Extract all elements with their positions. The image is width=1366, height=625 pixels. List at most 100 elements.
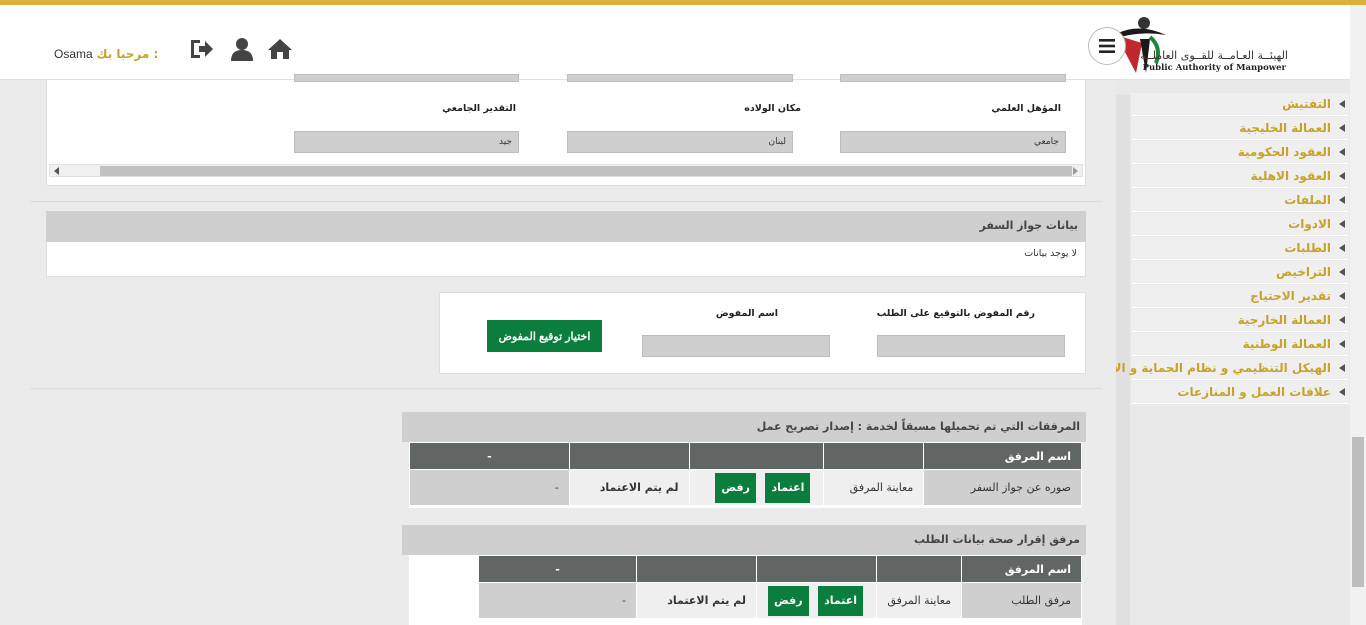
logo[interactable]: الهيئــة العـامــة للقــوى العاملــة Pub… — [1110, 11, 1310, 73]
signatory-name-field[interactable] — [642, 335, 830, 357]
field-label-qualification: المؤهل العلمي — [991, 103, 1061, 114]
caret-left-icon — [1339, 268, 1345, 276]
main-content: المؤهل العلمي مكان الولاده التقدير الجام… — [0, 74, 1116, 625]
column-view — [823, 442, 925, 470]
sidebar-item-tools[interactable]: الادوات — [1131, 213, 1349, 236]
logo-text-en: Public Authority of Manpower — [1142, 63, 1286, 73]
passport-empty-text: لا يوجد بيانات — [46, 242, 1086, 277]
logo-text-ar: الهيئــة العـامــة للقــوى العاملــة — [1140, 49, 1288, 62]
reject-button[interactable]: رفض — [715, 472, 756, 503]
column-attachment-name: اسم المرفق — [923, 442, 1082, 470]
sidebar-item-label: تقدير الاحتياج — [1250, 289, 1331, 303]
column-attachment-name: اسم المرفق — [961, 555, 1082, 583]
sidebar-item-requests[interactable]: الطلبات — [1131, 237, 1349, 260]
sidebar-item-labor-relations[interactable]: علاقات العمل و المنازعات — [1131, 381, 1349, 404]
signatory-panel: رقم المفوض بالتوقيع على الطلب اسم المفوض… — [439, 292, 1086, 374]
view-attachment-link[interactable]: معاينة المرفق — [876, 582, 962, 619]
menu-button[interactable] — [1088, 27, 1126, 65]
view-attachment-link[interactable]: معاينة المرفق — [823, 469, 925, 506]
approval-status: لم يتم الاعتماد — [636, 582, 757, 619]
approval-status: لم يتم الاعتماد — [568, 469, 690, 506]
header: الهيئــة العـامــة للقــوى العاملــة Pub… — [0, 5, 1350, 80]
sidebar-item-label: العقود الاهلية — [1250, 169, 1331, 183]
column-status — [636, 555, 757, 583]
column-extra: - — [478, 555, 637, 583]
home-icon[interactable] — [267, 37, 293, 61]
sidebar-item-inspection[interactable]: التفتيش — [1131, 93, 1349, 116]
sidebar-item-label: التراخيص — [1275, 265, 1331, 279]
action-buttons: اعتماد رفض — [756, 582, 877, 619]
sidebar-item-label: الملفات — [1284, 193, 1331, 207]
attachments-section-title: المرفقات التي تم تحميلها مسبقاً لخدمة : … — [402, 412, 1086, 442]
signatory-number-field[interactable] — [877, 335, 1065, 357]
sidebar-item-gulf-labor[interactable]: العمالة الخليجية — [1131, 117, 1349, 140]
caret-left-icon — [1339, 292, 1345, 300]
signatory-name-label: اسم المفوض — [715, 308, 778, 319]
approve-button[interactable]: اعتماد — [818, 585, 863, 616]
passport-section-title: بيانات جواز السفر — [46, 211, 1086, 242]
column-actions — [688, 442, 825, 470]
menu-icon — [1099, 39, 1115, 53]
column-status — [568, 442, 690, 470]
scroll-right-icon[interactable] — [1073, 167, 1078, 175]
declaration-table: اسم المرفق - مرفق الطلب معاينة المرفق اع… — [478, 555, 1082, 619]
username: Osama — [54, 47, 93, 61]
reject-button[interactable]: رفض — [768, 585, 809, 616]
attachments-table-wrap: اسم المرفق - صوره عن جواز السفر معاينة ا… — [409, 442, 1082, 508]
divider — [30, 388, 1102, 389]
sidebar-item-label: العمالة الوطنية — [1242, 337, 1331, 351]
declaration-section-title: مرفق إقرار صحة بيانات الطلب — [402, 525, 1086, 555]
sidebar: التفتيش العمالة الخليجية العقود الحكومية… — [1094, 80, 1350, 625]
caret-left-icon — [1339, 100, 1345, 108]
caret-left-icon — [1339, 220, 1345, 228]
sidebar-item-private-contracts[interactable]: العقود الاهلية — [1131, 165, 1349, 188]
horizontal-scrollbar[interactable] — [49, 164, 1083, 177]
caret-left-icon — [1339, 196, 1345, 204]
welcome-text: Osama مرحبا بك : — [54, 47, 158, 61]
table-header-row: اسم المرفق - — [409, 442, 1082, 470]
sidebar-item-label: الادوات — [1288, 217, 1331, 231]
field-qualification[interactable]: جامعي — [840, 131, 1066, 153]
sidebar-item-label: العقود الحكومية — [1237, 145, 1331, 159]
caret-left-icon — [1339, 364, 1345, 372]
page-scrollbar[interactable] — [1350, 5, 1366, 625]
personal-info-panel: المؤهل العلمي مكان الولاده التقدير الجام… — [46, 74, 1086, 186]
field-top-3 — [840, 74, 1066, 82]
sidebar-item-need-estimation[interactable]: تقدير الاحتياج — [1131, 285, 1349, 308]
table-header-row: اسم المرفق - — [478, 555, 1082, 583]
sidebar-item-label: الهيكل التنظيمي و نظام الحماية و الامن — [1094, 361, 1331, 375]
sidebar-item-national-labor[interactable]: العمالة الوطنية — [1131, 333, 1349, 356]
attachment-name: صوره عن جواز السفر — [923, 469, 1082, 506]
field-label-birthplace: مكان الولاده — [744, 103, 801, 114]
horizontal-scrollbar-thumb[interactable] — [100, 166, 1072, 176]
caret-left-icon — [1339, 388, 1345, 396]
caret-left-icon — [1339, 340, 1345, 348]
sidebar-item-foreign-labor[interactable]: العمالة الخارجية — [1131, 309, 1349, 332]
sidebar-item-label: العمالة الخليجية — [1239, 121, 1331, 135]
page-scrollbar-thumb[interactable] — [1352, 437, 1364, 587]
field-university-grade[interactable]: جيد — [294, 131, 519, 153]
sidebar-item-government-contracts[interactable]: العقود الحكومية — [1131, 141, 1349, 164]
user-icon[interactable] — [229, 37, 255, 61]
column-extra: - — [409, 442, 570, 470]
scroll-left-icon[interactable] — [54, 167, 59, 175]
field-birthplace[interactable]: لبنان — [567, 131, 793, 153]
action-buttons: اعتماد رفض — [688, 469, 825, 506]
sidebar-item-label: التفتيش — [1282, 97, 1331, 111]
sidebar-item-label: علاقات العمل و المنازعات — [1177, 385, 1331, 399]
sidebar-item-files[interactable]: الملفات — [1131, 189, 1349, 212]
field-label-university-grade: التقدير الجامعي — [442, 103, 516, 114]
signatory-number-label: رقم المفوض بالتوقيع على الطلب — [876, 308, 1035, 319]
caret-left-icon — [1339, 172, 1345, 180]
sidebar-item-label: الطلبات — [1284, 241, 1331, 255]
sidebar-item-licenses[interactable]: التراخيص — [1131, 261, 1349, 284]
select-signatory-button[interactable]: اختيار توقيع المفوض — [487, 320, 602, 352]
declaration-table-wrap: اسم المرفق - مرفق الطلب معاينة المرفق اع… — [409, 555, 1082, 625]
extra-value: - — [478, 582, 637, 619]
approve-button[interactable]: اعتماد — [765, 472, 811, 503]
extra-value: - — [409, 469, 570, 506]
field-top-1 — [294, 74, 519, 82]
welcome-label: مرحبا بك : — [96, 47, 159, 61]
sidebar-item-org-structure[interactable]: الهيكل التنظيمي و نظام الحماية و الامن — [1094, 357, 1349, 380]
logout-icon[interactable] — [189, 37, 215, 61]
